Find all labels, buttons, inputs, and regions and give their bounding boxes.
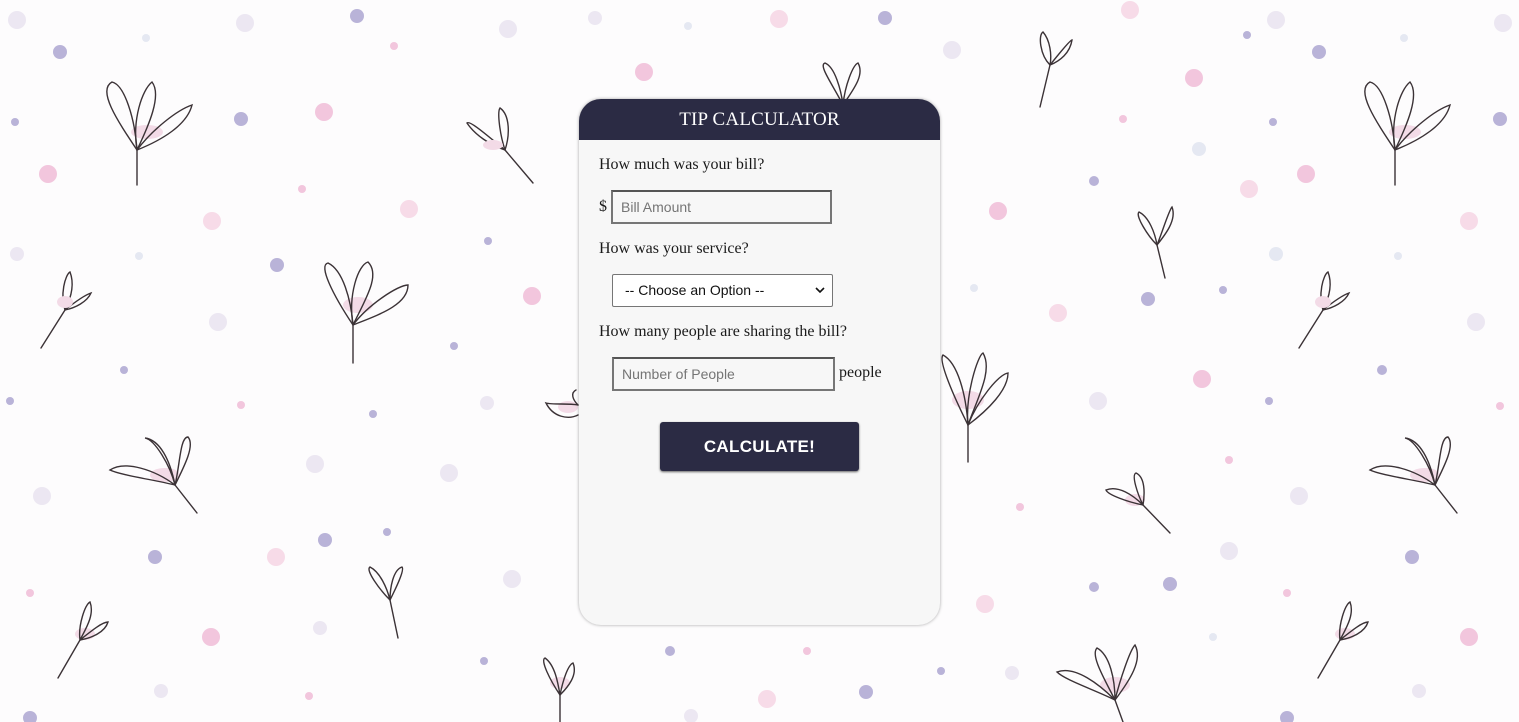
bill-question: How much was your bill? bbox=[599, 156, 765, 173]
calculate-button[interactable]: CALCULATE! bbox=[660, 422, 859, 471]
number-of-people-input[interactable] bbox=[612, 357, 835, 391]
service-select[interactable]: -- Choose an Option -- bbox=[612, 274, 833, 307]
service-question: How was your service? bbox=[599, 240, 749, 257]
calculator-title: TIP CALCULATOR bbox=[579, 99, 940, 140]
currency-symbol: $ bbox=[599, 198, 607, 215]
people-suffix-label: people bbox=[839, 364, 882, 381]
people-question: How many people are sharing the bill? bbox=[599, 323, 847, 340]
chevron-down-icon bbox=[815, 287, 825, 294]
tip-calculator-card: TIP CALCULATOR How much was your bill? $… bbox=[579, 99, 940, 625]
bill-amount-input[interactable] bbox=[611, 190, 832, 224]
service-select-value: -- Choose an Option -- bbox=[625, 282, 765, 298]
